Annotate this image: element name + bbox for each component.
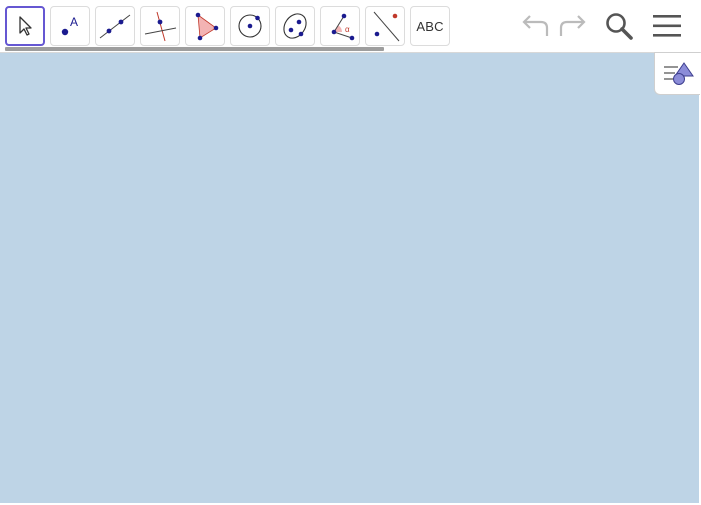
text-tool-button[interactable]: ABC xyxy=(410,6,450,46)
line-tool-button[interactable] xyxy=(95,6,135,46)
polygon-tool-button[interactable] xyxy=(185,6,225,46)
point-tool-button[interactable]: A xyxy=(50,6,90,46)
graphics-view[interactable] xyxy=(0,53,699,503)
angle-label-text: α xyxy=(345,25,350,34)
line-icon xyxy=(99,14,131,39)
circle-tool-button[interactable] xyxy=(230,6,270,46)
search-button[interactable] xyxy=(601,8,637,44)
angle-tool-button[interactable]: α xyxy=(320,6,360,46)
perpendicular-line-icon xyxy=(144,11,177,42)
undo-icon xyxy=(522,15,549,36)
reflect-tool-button[interactable] xyxy=(365,6,405,46)
undo-button[interactable] xyxy=(517,8,553,44)
algebra-view-icon xyxy=(663,61,694,85)
move-tool-button[interactable] xyxy=(5,6,45,46)
move-arrow-icon xyxy=(19,16,32,36)
reflect-line-icon xyxy=(373,11,400,42)
geogebra-app: A α ABC xyxy=(0,0,701,505)
toolbar: A α ABC xyxy=(0,0,701,52)
search-icon xyxy=(606,13,633,40)
circle-center-point-icon xyxy=(238,14,262,38)
algebra-view-toggle-button[interactable] xyxy=(654,52,700,95)
ellipse-tool-button[interactable] xyxy=(275,6,315,46)
polygon-icon xyxy=(195,12,219,41)
point-label-text: A xyxy=(70,15,78,29)
toolbar-scrollbar[interactable] xyxy=(5,47,384,51)
angle-icon: α xyxy=(331,13,355,41)
main-menu-button[interactable] xyxy=(649,8,685,44)
ellipse-icon xyxy=(283,13,307,39)
point-icon: A xyxy=(61,15,78,36)
hamburger-menu-icon xyxy=(653,15,681,37)
perpendicular-tool-button[interactable] xyxy=(140,6,180,46)
redo-icon xyxy=(559,15,586,36)
text-icon: ABC xyxy=(416,18,444,34)
redo-button[interactable] xyxy=(555,8,591,44)
